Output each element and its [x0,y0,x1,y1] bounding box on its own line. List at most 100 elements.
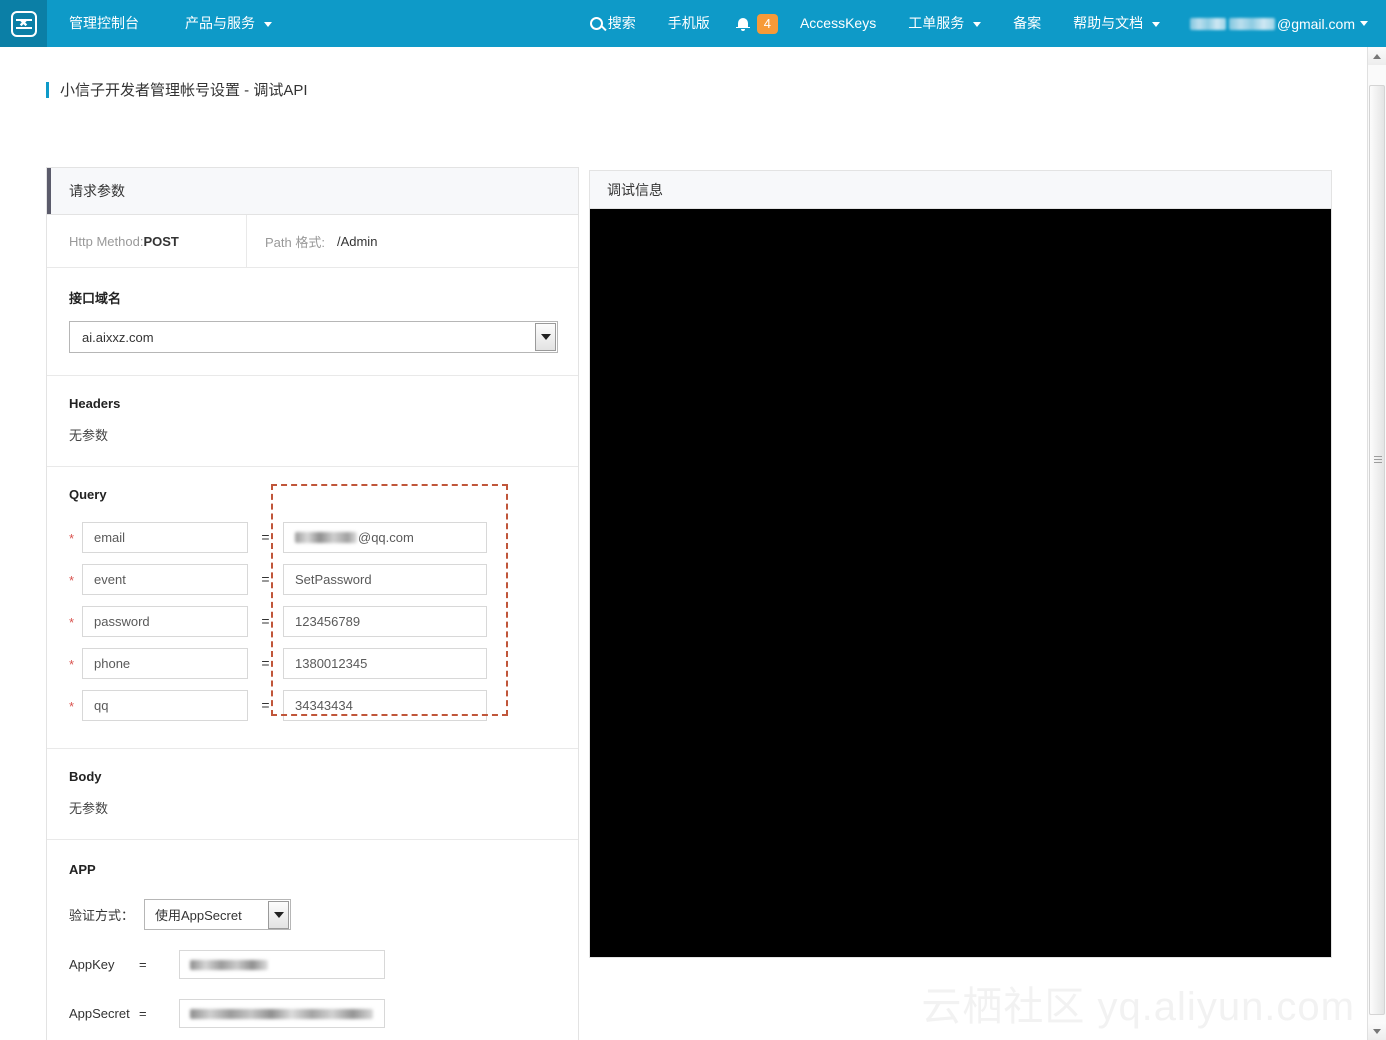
query-value-input[interactable]: SetPassword [283,563,487,595]
equals-sign: = [261,613,270,629]
query-key-input[interactable]: password [82,605,248,637]
aliyun-logo[interactable]: ✖ [0,0,47,47]
app-section-title: APP [69,862,96,877]
redacted-appsecret-value [190,1008,373,1019]
chevron-down-icon[interactable] [535,323,556,351]
scrollbar-thumb[interactable] [1369,85,1385,1015]
query-row: * qq = 34343434 [69,684,556,726]
bell-icon [735,17,750,31]
query-key-input[interactable]: email [82,521,248,553]
request-parameters-card: 请求参数 Http Method: POST Path 格式: /Admin 接口… [46,167,579,1040]
nav-item-help-docs[interactable]: 帮助与文档 [1057,0,1176,47]
debug-info-header: 调试信息 [590,171,1331,209]
nav-item-access-keys[interactable]: AccessKeys [784,0,892,47]
headers-section: Headers 无参数 [47,376,578,467]
appsecret-row: AppSecret = [69,999,556,1028]
chevron-down-icon [1360,21,1368,26]
auth-method-row: 验证方式： 使用AppSecret [69,899,556,930]
headers-section-title: Headers [69,396,121,411]
debug-info-title: 调试信息 [607,181,663,198]
chevron-down-icon[interactable] [268,901,289,929]
notification-count-badge: 4 [756,13,778,34]
query-value-input[interactable]: 34343434 [283,689,487,721]
nav-item-products[interactable]: 产品与服务 [169,0,288,47]
appkey-label: AppKey [69,957,115,972]
body-empty-note: 无参数 [69,801,109,816]
search-icon [589,17,603,30]
appsecret-input[interactable] [179,999,385,1028]
chevron-down-icon [263,21,272,27]
nav-item-search[interactable]: 搜索 [574,0,652,47]
user-account-menu[interactable]: @gmail.com [1176,16,1380,32]
path-label: Path 格式: [265,234,325,250]
chevron-down-icon [973,21,982,27]
query-row: * email = @qq.com [69,516,556,558]
auth-method-label: 验证方式： [69,908,135,923]
equals-sign: = [261,697,270,713]
query-section: Query * email = @qq.com * event = SetPas… [47,467,578,749]
domain-section: 接口域名 ai.aixxz.com [47,268,578,376]
query-key-input[interactable]: qq [82,689,248,721]
required-marker: * [69,531,75,546]
nav-right-group: 搜索 手机版 4 AccessKeys 工单服务 备案 帮助与文档 @gmail… [574,0,1386,47]
request-parameters-title: 请求参数 [69,183,125,199]
nav-item-mobile[interactable]: 手机版 [652,0,726,47]
appkey-row: AppKey = [69,950,556,979]
equals-sign: = [261,529,270,545]
debug-info-card: 调试信息 [589,170,1332,958]
query-row: * phone = 1380012345 [69,642,556,684]
http-method-value: POST [143,233,179,249]
redacted-appkey-value [190,959,268,970]
aliyun-logo-icon: ✖ [10,10,37,37]
auth-method-value: 使用AppSecret [155,908,242,923]
chevron-down-icon [1151,21,1160,27]
required-marker: * [69,573,75,588]
body-section-title: Body [69,769,102,784]
nav-item-ticket-service[interactable]: 工单服务 [892,0,997,47]
query-row: * password = 123456789 [69,600,556,642]
watermark: 云栖社区 yq.aliyun.com [921,985,1355,1029]
scrollbar-track[interactable] [1368,65,1386,1022]
nav-item-help-docs-label: 帮助与文档 [1073,15,1144,31]
page-title-text: 小信子开发者管理帐号设置 - 调试API [60,82,308,99]
user-email-suffix: @gmail.com [1276,15,1355,32]
path-cell: Path 格式: /Admin [247,232,377,251]
notifications[interactable]: 4 [726,13,784,34]
scrollbar-grip-icon [1374,456,1382,463]
scroll-up-arrow-icon[interactable] [1368,47,1386,65]
page-title-accent-bar [46,81,49,98]
http-method-cell: Http Method: POST [47,214,247,268]
redacted-email-username [295,531,357,543]
request-parameters-header: 请求参数 [47,168,578,215]
page-scrollbar[interactable] [1367,47,1386,1040]
scroll-down-arrow-icon[interactable] [1368,1022,1386,1040]
domain-select[interactable]: ai.aixxz.com [69,321,558,353]
query-key-input[interactable]: event [82,563,248,595]
nav-item-search-label: 搜索 [607,15,636,31]
query-value-input[interactable]: 1380012345 [283,647,487,679]
query-key-input[interactable]: phone [82,647,248,679]
query-section-title: Query [69,487,107,502]
headers-empty-note: 无参数 [69,428,109,443]
auth-method-select[interactable]: 使用AppSecret [144,899,291,930]
query-value-text: @qq.com [358,529,414,545]
top-navigation-bar: ✖ 管理控制台 产品与服务 搜索 手机版 4 AccessKeys 工单服务 备… [0,0,1386,47]
method-path-row: Http Method: POST Path 格式: /Admin [47,214,578,268]
query-rows: * email = @qq.com * event = SetPassword … [69,516,556,726]
nav-item-beian[interactable]: 备案 [997,0,1057,47]
nav-item-console[interactable]: 管理控制台 [47,0,169,47]
page-title: 小信子开发者管理帐号设置 - 调试API [46,79,1367,100]
query-value-input[interactable]: @qq.com [283,521,487,553]
logo-inner-mark: ✖ [18,17,29,29]
required-marker: * [69,615,75,630]
redacted-username-part-2 [1228,17,1275,30]
page-content: 小信子开发者管理帐号设置 - 调试API 请求参数 Http Method: PO… [0,47,1367,1040]
equals-sign: = [139,957,147,972]
nav-item-ticket-service-label: 工单服务 [908,15,965,31]
required-marker: * [69,699,75,714]
nav-left-group: 管理控制台 产品与服务 [47,0,288,47]
query-value-input[interactable]: 123456789 [283,605,487,637]
http-method-label: Http Method: [69,233,144,249]
appkey-input[interactable] [179,950,385,979]
required-marker: * [69,657,75,672]
